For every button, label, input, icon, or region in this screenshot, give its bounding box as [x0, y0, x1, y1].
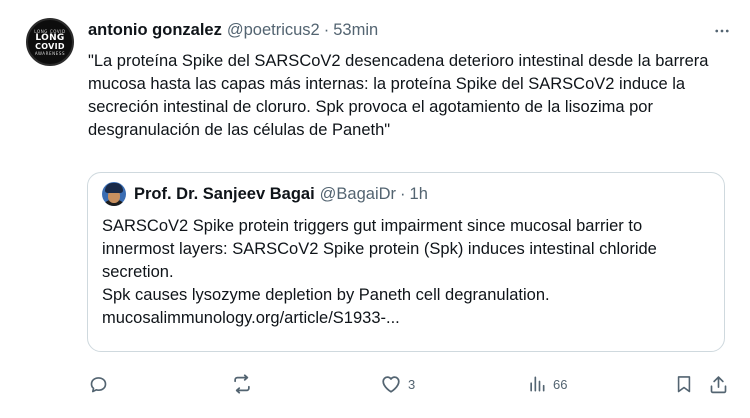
avatar-word-covid: COVID — [35, 41, 65, 51]
more-icon — [713, 22, 731, 40]
tweet-card[interactable]: LONG COVID LONG COVID AWARENESS antonio … — [0, 0, 750, 418]
views-icon — [527, 374, 547, 394]
tweet-header: antonio gonzalez @poetricus2 · 53min — [88, 21, 378, 40]
like-count: 3 — [408, 376, 416, 392]
quoted-separator: · — [400, 185, 406, 203]
quoted-text-line: SARSCoV2 Spike protein triggers gut impa… — [102, 217, 643, 235]
avatar[interactable]: LONG COVID LONG COVID AWARENESS — [26, 18, 74, 66]
quoted-timestamp: 1h — [409, 185, 428, 203]
author-handle[interactable]: @poetricus2 — [227, 21, 320, 40]
quoted-link: mucosalimmunology.org/article/S1933-... — [102, 309, 400, 327]
repost-icon — [231, 373, 253, 395]
quoted-display-name: Prof. Dr. Sanjeev Bagai — [134, 185, 315, 203]
views-count: 66 — [553, 376, 568, 392]
views-button[interactable]: 66 — [527, 370, 567, 398]
quoted-text-line: innermost layers: SARSCoV2 Spike protein… — [102, 240, 657, 258]
quoted-text-line: secretion. — [102, 263, 174, 281]
quoted-text: SARSCoV2 Spike protein triggers gut impa… — [102, 215, 712, 330]
like-button[interactable]: 3 — [380, 370, 415, 398]
quoted-tweet[interactable]: Prof. Dr. Sanjeev Bagai @BagaiDr · 1h SA… — [87, 172, 725, 352]
tweet-timestamp[interactable]: 53min — [333, 21, 378, 40]
share-icon — [708, 374, 729, 395]
quoted-text-line: Spk causes lysozyme depletion by Paneth … — [102, 286, 550, 304]
reply-button[interactable] — [88, 370, 109, 398]
tweet-text: "La proteína Spike del SARSCoV2 desencad… — [88, 52, 709, 139]
header-separator: · — [323, 21, 330, 39]
quoted-avatar[interactable] — [102, 182, 126, 206]
reply-icon — [88, 374, 109, 395]
bookmark-button[interactable] — [674, 370, 694, 398]
quoted-header: Prof. Dr. Sanjeev Bagai @BagaiDr · 1h — [134, 185, 428, 204]
repost-button[interactable] — [231, 370, 253, 398]
action-bar: 3 66 — [88, 370, 730, 398]
quoted-handle: @BagaiDr — [319, 185, 397, 203]
share-button[interactable] — [708, 370, 729, 398]
heart-icon — [380, 373, 402, 395]
more-button[interactable] — [712, 21, 732, 41]
avatar-ring-bottom-text: AWARENESS — [34, 50, 66, 56]
author-display-name[interactable]: antonio gonzalez — [88, 21, 222, 40]
bookmark-icon — [674, 373, 694, 395]
